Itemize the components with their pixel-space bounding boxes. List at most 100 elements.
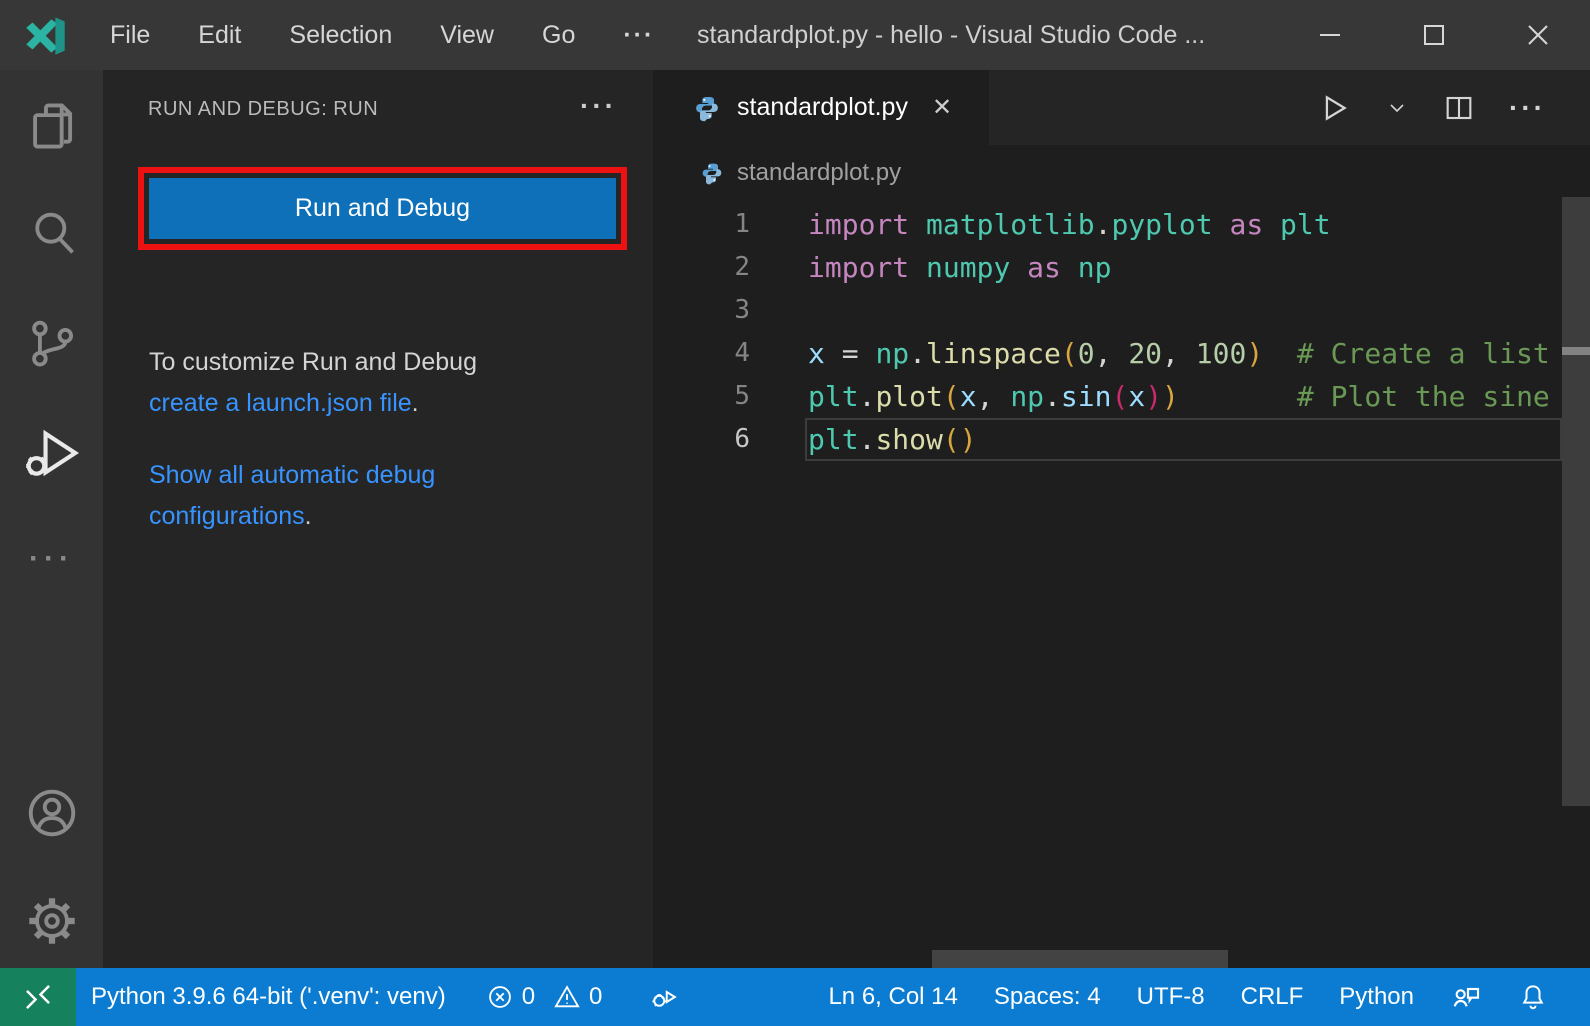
code-token: , xyxy=(1162,337,1196,370)
source-control-icon[interactable] xyxy=(0,312,103,374)
hint-text: To customize Run and Debug xyxy=(149,342,477,383)
menu-bar: File Edit Selection View Go ··· xyxy=(86,0,678,70)
breadcrumb-item[interactable]: standardplot.py xyxy=(737,159,901,187)
settings-gear-icon[interactable] xyxy=(0,890,103,952)
code-token: ) xyxy=(960,423,977,456)
menu-go[interactable]: Go xyxy=(518,0,599,70)
code-token: x xyxy=(960,380,977,413)
code-line: 6plt.show() xyxy=(653,418,1590,461)
search-icon[interactable] xyxy=(0,202,103,264)
code-token: . xyxy=(909,337,926,370)
run-and-debug-button[interactable]: Run and Debug xyxy=(149,178,616,239)
code-token: sin xyxy=(1061,380,1112,413)
window-controls xyxy=(1278,0,1590,70)
code-text[interactable]: import matplotlib.pyplot as plt xyxy=(808,203,1590,246)
line-number[interactable]: 4 xyxy=(653,332,808,375)
code-token xyxy=(909,251,926,284)
red-annotation-box: Run and Debug xyxy=(138,167,627,250)
code-token: 0 xyxy=(1078,337,1095,370)
menu-view[interactable]: View xyxy=(416,0,518,70)
code-token: # Create a list xyxy=(1297,337,1550,370)
code-token xyxy=(1179,380,1297,413)
code-token: np xyxy=(875,337,909,370)
show-debug-configs-link-2[interactable]: configurations xyxy=(149,502,305,530)
debug-icon[interactable] xyxy=(648,982,678,1012)
code-line: 4x = np.linspace(0, 20, 100) # Create a … xyxy=(653,332,1590,375)
account-icon[interactable] xyxy=(0,782,103,844)
line-number[interactable]: 1 xyxy=(653,203,808,246)
python-interpreter-status[interactable]: Python 3.9.6 64-bit ('.venv': venv) xyxy=(91,983,446,1011)
code-token: matplotlib xyxy=(926,208,1095,241)
editor-actions: ··· xyxy=(1317,70,1590,145)
eol-status[interactable]: CRLF xyxy=(1241,983,1304,1011)
code-line: 3 xyxy=(653,289,1590,332)
bell-icon[interactable] xyxy=(1518,982,1548,1012)
run-and-debug-icon[interactable] xyxy=(0,422,103,484)
line-number[interactable]: 5 xyxy=(653,375,808,418)
code-token: . xyxy=(859,380,876,413)
activity-more-icon[interactable]: ··· xyxy=(0,528,103,590)
code-text[interactable]: x = np.linspace(0, 20, 100) # Create a l… xyxy=(808,332,1590,375)
code-text[interactable] xyxy=(808,289,1590,332)
editor-more-icon[interactable]: ··· xyxy=(1509,98,1546,118)
run-icon[interactable] xyxy=(1317,91,1351,125)
code-token: numpy xyxy=(926,251,1010,284)
breadcrumb[interactable]: standardplot.py xyxy=(653,145,1590,200)
split-editor-icon[interactable] xyxy=(1443,92,1475,124)
menu-more-icon[interactable]: ··· xyxy=(599,0,678,70)
sidebar-title: RUN AND DEBUG: RUN xyxy=(148,98,378,121)
code-token: ( xyxy=(943,380,960,413)
close-icon[interactable] xyxy=(1486,0,1590,70)
window-title: standardplot.py - hello - Visual Studio … xyxy=(697,0,1205,70)
encoding-status[interactable]: UTF-8 xyxy=(1137,983,1205,1011)
code-token: 20 xyxy=(1128,337,1162,370)
remote-indicator-icon[interactable] xyxy=(0,968,76,1026)
editor-group: standardplot.py ✕ ··· xyxy=(653,70,1590,968)
code-token: . xyxy=(1044,380,1061,413)
menu-edit[interactable]: Edit xyxy=(174,0,265,70)
main-area: ··· RUN AND DEBUG: RUN xyxy=(0,70,1590,968)
errors-icon xyxy=(486,983,514,1011)
code-text[interactable]: import numpy as np xyxy=(808,246,1590,289)
language-mode-status[interactable]: Python xyxy=(1339,983,1414,1011)
explorer-icon[interactable] xyxy=(0,95,103,157)
code-line: 1import matplotlib.pyplot as plt xyxy=(653,203,1590,246)
code-token xyxy=(909,208,926,241)
line-number[interactable]: 6 xyxy=(653,418,808,461)
cursor-position-status[interactable]: Ln 6, Col 14 xyxy=(828,983,957,1011)
minimize-icon[interactable] xyxy=(1278,0,1382,70)
tab-standardplot[interactable]: standardplot.py ✕ xyxy=(653,70,989,145)
vertical-scrollbar[interactable] xyxy=(1562,197,1590,806)
code-token: ) xyxy=(1145,380,1162,413)
code-token: np xyxy=(1010,380,1044,413)
tab-close-icon[interactable]: ✕ xyxy=(932,93,952,122)
code-token: plt xyxy=(808,423,859,456)
sidebar-more-icon[interactable]: ··· xyxy=(580,90,617,122)
menu-selection[interactable]: Selection xyxy=(265,0,416,70)
code-line: 5plt.plot(x, np.sin(x)) # Plot the sine xyxy=(653,375,1590,418)
indentation-status[interactable]: Spaces: 4 xyxy=(994,983,1101,1011)
code-token: ( xyxy=(943,423,960,456)
code-text[interactable]: plt.plot(x, np.sin(x)) # Plot the sine xyxy=(808,375,1590,418)
code-token: x xyxy=(1128,380,1145,413)
show-debug-configs-link[interactable]: Show all automatic debug xyxy=(149,461,435,489)
code-token: plt xyxy=(1280,208,1331,241)
maximize-icon[interactable] xyxy=(1382,0,1486,70)
feedback-icon[interactable] xyxy=(1450,981,1482,1013)
horizontal-scrollbar[interactable] xyxy=(932,950,1228,968)
warnings-icon xyxy=(553,983,581,1011)
code-token: plt xyxy=(808,380,859,413)
line-number[interactable]: 2 xyxy=(653,246,808,289)
code-token: # Plot the sine xyxy=(1297,380,1550,413)
problems-status[interactable]: 0 0 xyxy=(486,983,603,1011)
python-icon xyxy=(700,161,724,185)
menu-file[interactable]: File xyxy=(86,0,174,70)
code-token: = xyxy=(825,337,876,370)
code-editor[interactable]: 1import matplotlib.pyplot as plt2import … xyxy=(653,200,1590,968)
line-number[interactable]: 3 xyxy=(653,289,808,332)
code-token: show xyxy=(875,423,942,456)
code-text[interactable]: plt.show() xyxy=(808,418,1590,461)
create-launch-json-link[interactable]: create a launch.json file xyxy=(149,389,412,417)
chevron-down-icon[interactable] xyxy=(1385,96,1409,120)
tab-bar: standardplot.py ✕ ··· xyxy=(653,70,1590,145)
